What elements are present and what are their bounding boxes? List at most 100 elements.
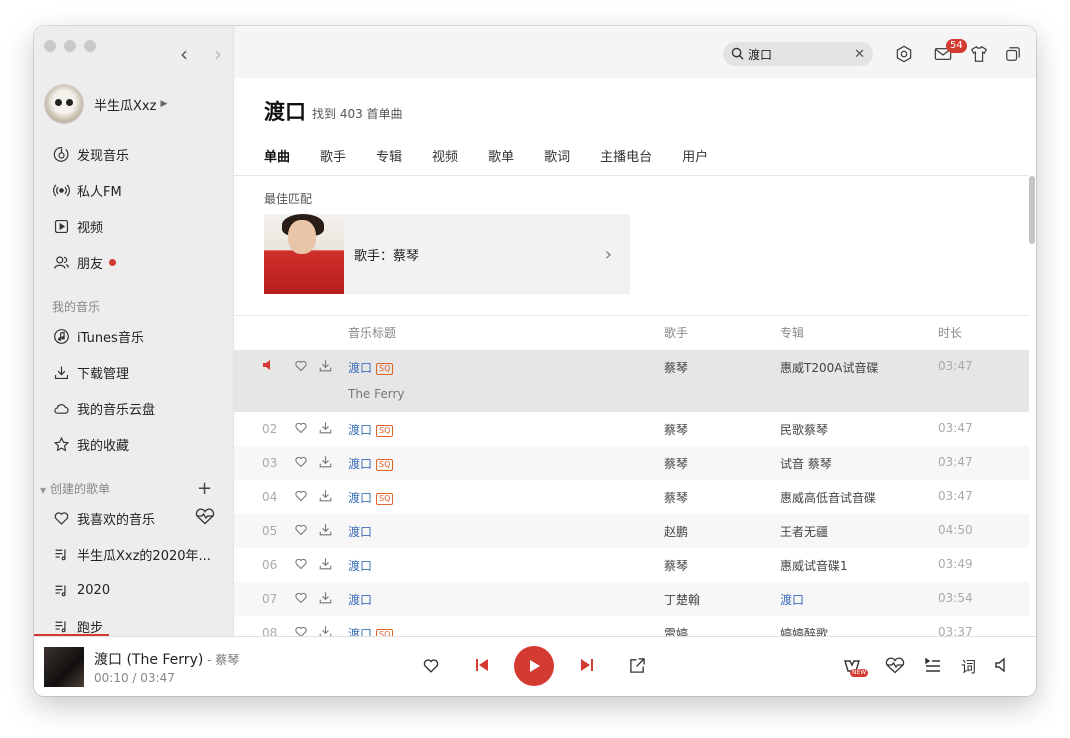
tab-users[interactable]: 用户 [682, 146, 708, 166]
heartbeat-mode-icon[interactable] [884, 657, 906, 675]
search-input[interactable] [748, 47, 848, 61]
minimize-window-button[interactable] [64, 40, 76, 52]
song-title-text[interactable]: 渡口 [348, 491, 372, 505]
sidebar-item-liked[interactable]: 我喜欢的音乐 [52, 508, 155, 528]
song-album[interactable]: 婷婷醉歌 [780, 625, 828, 636]
mini-mode-icon[interactable] [1003, 44, 1023, 64]
song-album[interactable]: 惠威T200A试音碟 [780, 359, 878, 376]
skin-shirt-icon[interactable] [969, 44, 989, 64]
song-album[interactable]: 渡口 [780, 591, 804, 608]
add-playlist-button[interactable]: + [197, 480, 212, 498]
song-artist[interactable]: 雷婷 [664, 625, 688, 636]
song-artist[interactable]: 丁楚翰 [664, 591, 700, 608]
download-icon[interactable] [318, 358, 333, 376]
volume-icon[interactable] [994, 657, 1010, 673]
previous-track-icon[interactable] [474, 657, 490, 673]
table-row[interactable]: 03 渡口 SQ 蔡琴 试音 蔡琴 03:47 [234, 446, 1029, 480]
song-title-text[interactable]: 渡口 [348, 457, 372, 471]
download-icon[interactable] [318, 420, 333, 438]
tab-playlists[interactable]: 歌单 [488, 146, 514, 166]
close-window-button[interactable] [44, 40, 56, 52]
settings-gear-icon[interactable] [894, 44, 914, 64]
sidebar-item-playlist-2020-report[interactable]: 半生瓜Xxz的2020年... [52, 544, 211, 564]
song-album[interactable]: 王者无疆 [780, 523, 828, 540]
tab-albums[interactable]: 专辑 [376, 146, 402, 166]
table-row[interactable]: 07 渡口 丁楚翰 渡口 03:54 [234, 582, 1029, 616]
forward-button[interactable]: › [214, 44, 222, 64]
col-album[interactable]: 专辑 [780, 324, 804, 341]
heart-icon[interactable] [294, 625, 308, 636]
share-icon[interactable] [629, 657, 646, 674]
song-title[interactable]: 渡口 SQ [348, 489, 394, 506]
song-artist[interactable]: 蔡琴 [664, 557, 688, 574]
created-playlists-header[interactable]: ▼ 创建的歌单 [40, 480, 110, 497]
song-title[interactable]: 渡口 [348, 557, 372, 574]
song-title[interactable]: 渡口 [348, 523, 372, 540]
table-row[interactable]: 06 渡口 蔡琴 惠威试音碟1 03:49 [234, 548, 1029, 582]
heart-icon[interactable] [294, 523, 308, 540]
song-artist[interactable]: 蔡琴 [664, 489, 688, 506]
song-title[interactable]: 渡口 SQ [348, 455, 394, 472]
clear-search-button[interactable]: ✕ [854, 47, 865, 62]
back-button[interactable]: ‹ [180, 44, 188, 64]
user-menu-arrow-icon[interactable]: ▶ [160, 99, 167, 109]
sidebar-item-friends[interactable]: 朋友 [52, 252, 117, 272]
tab-lyrics[interactable]: 歌词 [544, 146, 570, 166]
table-row[interactable]: 05 渡口 赵鹏 王者无疆 04:50 [234, 514, 1029, 548]
song-title-text[interactable]: 渡口 [348, 423, 372, 437]
song-album[interactable]: 惠威高低音试音碟 [780, 489, 876, 506]
heart-icon[interactable] [294, 591, 308, 608]
next-track-icon[interactable] [579, 657, 595, 673]
song-album[interactable]: 民歌蔡琴 [780, 421, 828, 438]
play-button[interactable] [514, 646, 554, 686]
song-title[interactable]: 渡口 SQ [348, 359, 394, 376]
heart-icon[interactable] [294, 455, 308, 472]
download-icon[interactable] [318, 556, 333, 574]
user-name[interactable]: 半生瓜Xxz [94, 95, 156, 114]
song-title[interactable]: 渡口 SQ [348, 421, 394, 438]
download-icon[interactable] [318, 522, 333, 540]
best-match-card[interactable]: 歌手：蔡琴 › [264, 214, 630, 294]
sidebar-item-playlist-2020[interactable]: 2020 [52, 580, 110, 600]
now-playing-song[interactable]: 渡口 (The Ferry) [94, 652, 203, 668]
download-icon[interactable] [318, 454, 333, 472]
sidebar-item-fm[interactable]: 私人FM [52, 180, 122, 200]
song-artist[interactable]: 蔡琴 [664, 455, 688, 472]
download-icon[interactable] [318, 590, 333, 608]
col-artist[interactable]: 歌手 [664, 324, 688, 341]
song-title-text[interactable]: 渡口 [348, 361, 372, 375]
sidebar-item-downloads[interactable]: 下载管理 [52, 362, 129, 382]
tab-songs[interactable]: 单曲 [264, 146, 290, 166]
song-artist[interactable]: 赵鹏 [664, 523, 688, 540]
sidebar-item-cloud[interactable]: 我的音乐云盘 [52, 398, 155, 418]
table-row[interactable]: 04 渡口 SQ 蔡琴 惠威高低音试音碟 03:47 [234, 480, 1029, 514]
download-icon[interactable] [318, 624, 333, 636]
avatar[interactable] [44, 84, 84, 124]
heart-icon[interactable] [294, 489, 308, 506]
heart-icon[interactable] [294, 359, 308, 376]
collapse-arrow-icon[interactable]: ▼ [40, 486, 46, 495]
user-profile[interactable]: 半生瓜Xxz ▶ [44, 84, 167, 124]
song-album[interactable]: 惠威试音碟1 [780, 557, 848, 574]
table-row[interactable]: 渡口 SQ The Ferry 蔡琴 惠威T200A试音碟 03:47 [234, 350, 1029, 412]
tab-videos[interactable]: 视频 [432, 146, 458, 166]
sidebar-item-discover[interactable]: 发现音乐 [52, 144, 129, 164]
tab-artists[interactable]: 歌手 [320, 146, 346, 166]
lyrics-button[interactable]: 词 [961, 656, 976, 677]
table-row[interactable]: 02 渡口 SQ 蔡琴 民歌蔡琴 03:47 [234, 412, 1029, 446]
heartbeat-mode-icon[interactable] [194, 508, 216, 530]
song-title[interactable]: 渡口 SQ [348, 625, 394, 636]
like-heart-icon[interactable] [422, 657, 440, 675]
album-cover[interactable] [44, 647, 84, 687]
heart-icon[interactable] [294, 557, 308, 574]
now-playing-title[interactable]: 渡口 (The Ferry) - 蔡琴 [94, 649, 239, 669]
sidebar-item-itunes[interactable]: iTunes音乐 [52, 326, 144, 346]
sidebar-item-playlist-running[interactable]: 跑步 [52, 616, 103, 636]
song-artist[interactable]: 蔡琴 [664, 421, 688, 438]
heart-icon[interactable] [294, 421, 308, 438]
song-title[interactable]: 渡口 [348, 591, 372, 608]
table-row[interactable]: 08 渡口 SQ 雷婷 婷婷醉歌 03:37 [234, 616, 1029, 636]
sidebar-item-collection[interactable]: 我的收藏 [52, 434, 129, 454]
song-artist[interactable]: 蔡琴 [664, 359, 688, 376]
zoom-window-button[interactable] [84, 40, 96, 52]
